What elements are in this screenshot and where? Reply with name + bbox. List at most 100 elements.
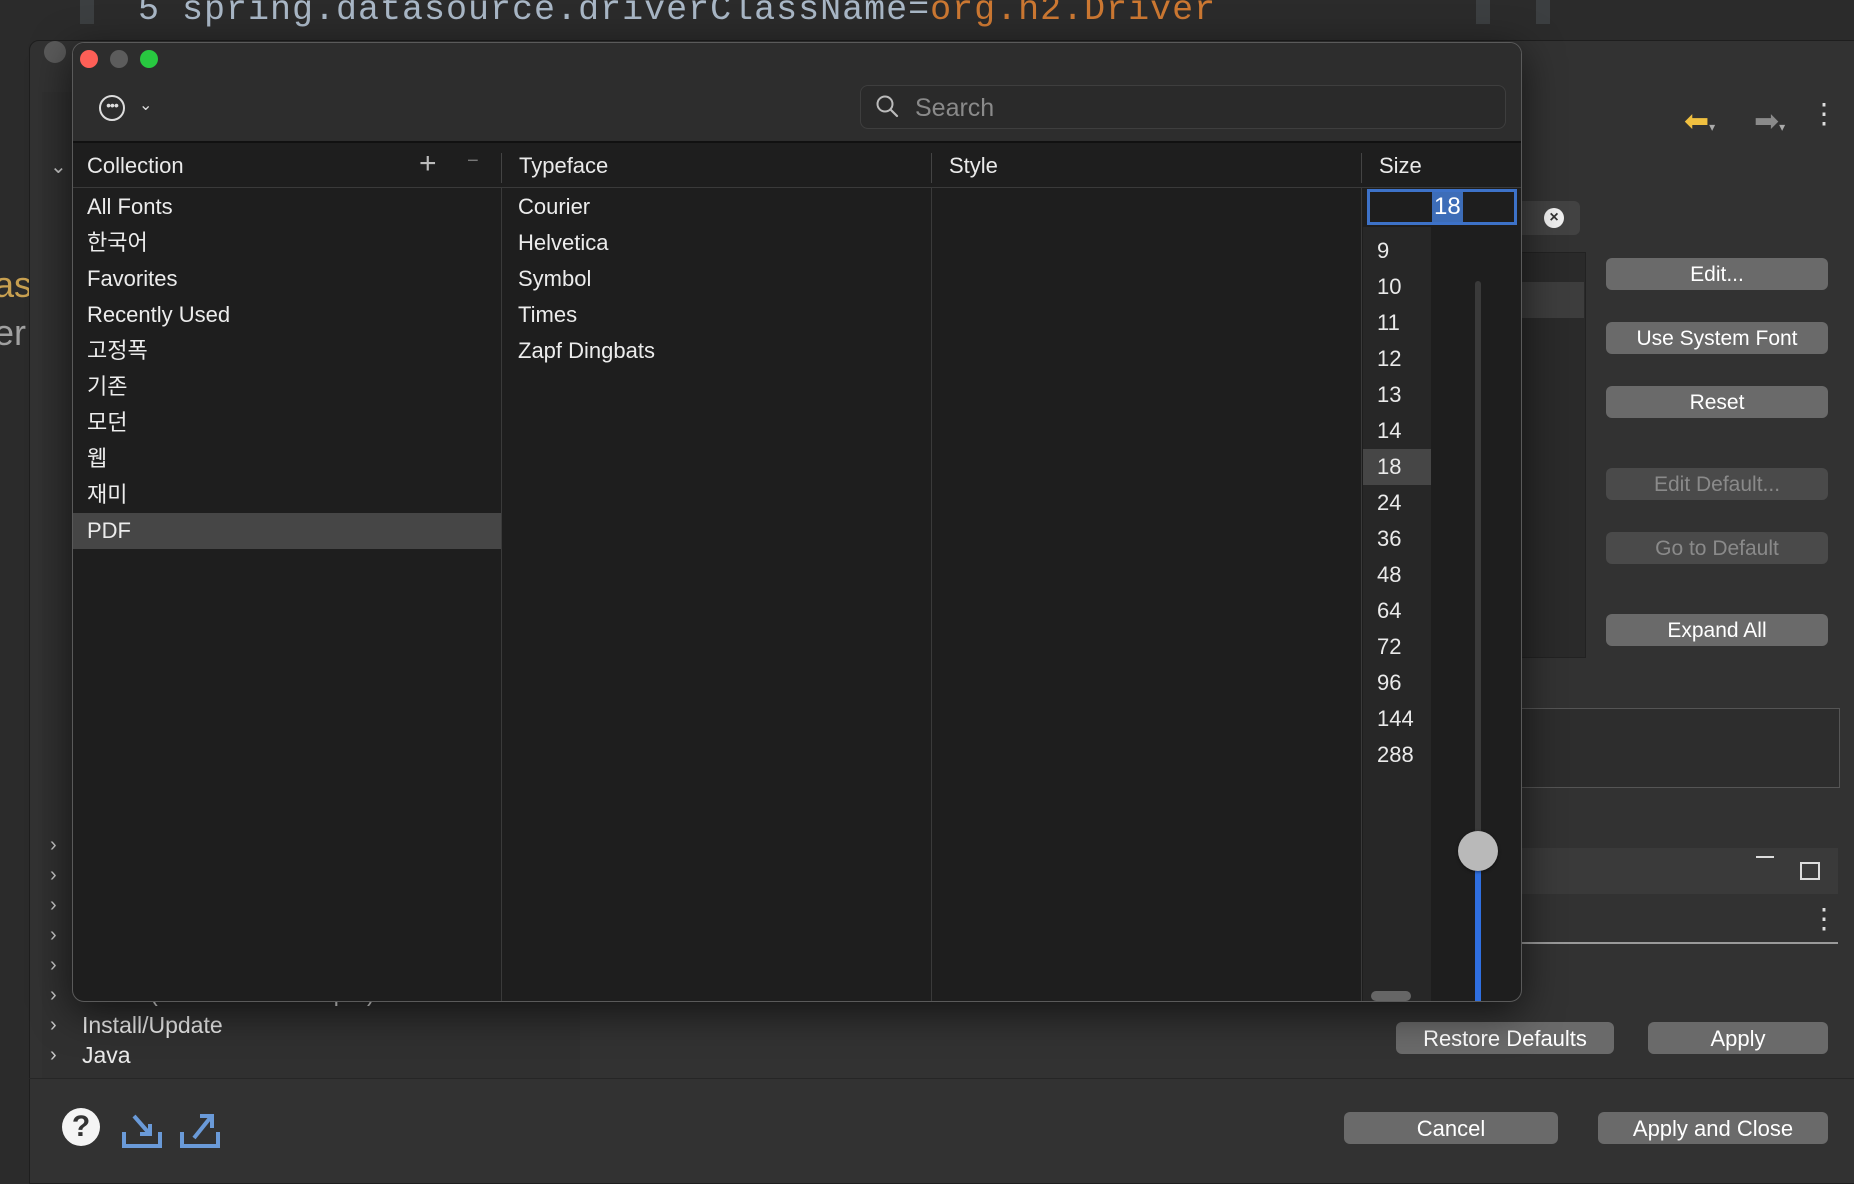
forward-arrow-icon[interactable]: ➡▾ — [1754, 104, 1785, 139]
typeface-item[interactable]: Zapf Dingbats — [502, 333, 930, 369]
collection-item[interactable]: 웹 — [73, 441, 501, 477]
size-item[interactable]: 64 — [1363, 593, 1431, 629]
search-input[interactable] — [913, 90, 1497, 126]
size-item-selected[interactable]: 18 — [1363, 449, 1431, 485]
left-editor-strip: as er — [0, 120, 32, 1182]
collection-item[interactable]: 한국어 — [73, 225, 501, 261]
search-field[interactable] — [860, 85, 1506, 129]
view-menu-icon[interactable]: ⋮ — [1810, 902, 1838, 935]
size-item[interactable]: 36 — [1363, 521, 1431, 557]
minimize-icon[interactable] — [1756, 856, 1774, 858]
export-icon[interactable] — [178, 1110, 222, 1150]
collection-item[interactable]: 기존 — [73, 369, 501, 405]
zoom-button[interactable] — [140, 50, 158, 68]
chevron-right-icon[interactable]: › — [50, 925, 64, 945]
horizontal-scrollbar[interactable] — [1371, 991, 1411, 1001]
size-item[interactable]: 12 — [1363, 341, 1431, 377]
column-separator — [931, 188, 932, 1001]
typeface-list: Courier Helvetica Symbol Times Zapf Ding… — [502, 189, 930, 369]
code-line: 5 spring.datasource.driverClassName=org.… — [138, 0, 1217, 30]
size-item[interactable]: 72 — [1363, 629, 1431, 665]
size-list: 9 10 11 12 13 14 18 24 36 48 64 72 96 14… — [1363, 227, 1431, 1001]
minimize-button[interactable] — [110, 50, 128, 68]
font-panel-titlebar: ••• ⌄ — [73, 43, 1521, 141]
reset-button[interactable]: Reset — [1606, 386, 1828, 418]
size-header: Size — [1379, 153, 1422, 178]
view-menu-icon[interactable]: ⋮ — [1810, 100, 1838, 128]
apply-and-close-button[interactable]: Apply and Close — [1598, 1112, 1828, 1144]
divider — [1520, 942, 1838, 944]
editor-divider — [1536, 0, 1550, 24]
clear-icon[interactable]: × — [1544, 208, 1564, 228]
expand-all-button[interactable]: Expand All — [1606, 614, 1828, 646]
size-item[interactable]: 10 — [1363, 269, 1431, 305]
go-to-default-button[interactable]: Go to Default — [1606, 532, 1828, 564]
typeface-item[interactable]: Times — [502, 297, 930, 333]
font-panel: ••• ⌄ Collection + − Typeface Style Size… — [72, 42, 1522, 1002]
size-slider-track[interactable] — [1475, 281, 1481, 871]
typeface-item[interactable]: Helvetica — [502, 225, 930, 261]
collection-item[interactable]: 재미 — [73, 477, 501, 513]
size-item[interactable]: 288 — [1363, 737, 1431, 773]
size-slider-thumb[interactable] — [1458, 831, 1498, 871]
style-header: Style — [949, 153, 998, 178]
collection-item[interactable]: Favorites — [73, 261, 501, 297]
chevron-right-icon[interactable]: › — [50, 895, 64, 915]
chevron-down-icon[interactable]: ⌄ — [50, 157, 67, 177]
typeface-item[interactable]: Symbol — [502, 261, 930, 297]
use-system-font-button[interactable]: Use System Font — [1606, 322, 1828, 354]
more-actions-icon[interactable]: ••• — [99, 95, 125, 121]
size-item[interactable]: 9 — [1363, 233, 1431, 269]
size-field[interactable]: 18 — [1367, 189, 1517, 225]
tree-item-install-update[interactable]: Install/Update — [82, 1012, 223, 1039]
collection-item-selected[interactable]: PDF — [73, 513, 501, 549]
size-item[interactable]: 144 — [1363, 701, 1431, 737]
footer-divider — [29, 1078, 1854, 1079]
collection-list: All Fonts 한국어 Favorites Recently Used 고정… — [73, 189, 501, 549]
size-item[interactable]: 11 — [1363, 305, 1431, 341]
maximize-icon[interactable] — [1800, 862, 1820, 880]
text-fragment: er — [0, 312, 27, 353]
help-icon[interactable]: ? — [62, 1108, 100, 1146]
chevron-right-icon[interactable]: › — [50, 835, 64, 855]
edit-button[interactable]: Edit... — [1606, 258, 1828, 290]
chevron-right-icon[interactable]: › — [50, 865, 64, 885]
collection-item[interactable]: 모던 — [73, 405, 501, 441]
import-icon[interactable] — [120, 1110, 164, 1150]
font-preview-box — [1520, 708, 1840, 788]
column-separator — [1361, 188, 1362, 1001]
console-view-bar — [1520, 848, 1838, 894]
typeface-item[interactable]: Courier — [502, 189, 930, 225]
size-item[interactable]: 48 — [1363, 557, 1431, 593]
close-button[interactable] — [80, 50, 98, 68]
column-divider — [1361, 153, 1362, 183]
remove-collection-button[interactable]: − — [467, 150, 479, 173]
collection-item[interactable]: All Fonts — [73, 189, 501, 225]
collection-header: Collection — [87, 153, 184, 178]
editor-divider — [1476, 0, 1490, 24]
size-value: 18 — [1432, 192, 1463, 222]
restore-defaults-button[interactable]: Restore Defaults — [1396, 1022, 1614, 1054]
tree-item-java[interactable]: Java — [82, 1042, 131, 1069]
chevron-right-icon[interactable]: › — [50, 1045, 64, 1065]
typeface-header: Typeface — [519, 153, 609, 178]
size-item[interactable]: 14 — [1363, 413, 1431, 449]
back-arrow-icon[interactable]: ⬅▾ — [1684, 104, 1715, 139]
edit-default-button[interactable]: Edit Default... — [1606, 468, 1828, 500]
add-collection-button[interactable]: + — [419, 147, 437, 181]
size-item[interactable]: 96 — [1363, 665, 1431, 701]
chevron-down-icon[interactable]: ⌄ — [139, 95, 152, 115]
window-close-button[interactable] — [44, 41, 66, 63]
column-divider — [931, 153, 932, 183]
size-item[interactable]: 24 — [1363, 485, 1431, 521]
collection-item[interactable]: Recently Used — [73, 297, 501, 333]
chevron-right-icon[interactable]: › — [50, 985, 64, 1005]
chevron-right-icon[interactable]: › — [50, 955, 64, 975]
apply-button[interactable]: Apply — [1648, 1022, 1828, 1054]
chevron-right-icon[interactable]: › — [50, 1015, 64, 1035]
collection-item[interactable]: 고정폭 — [73, 333, 501, 369]
editor-gutter — [80, 0, 94, 24]
cancel-button[interactable]: Cancel — [1344, 1112, 1558, 1144]
size-slider-fill — [1475, 850, 1481, 1001]
size-item[interactable]: 13 — [1363, 377, 1431, 413]
